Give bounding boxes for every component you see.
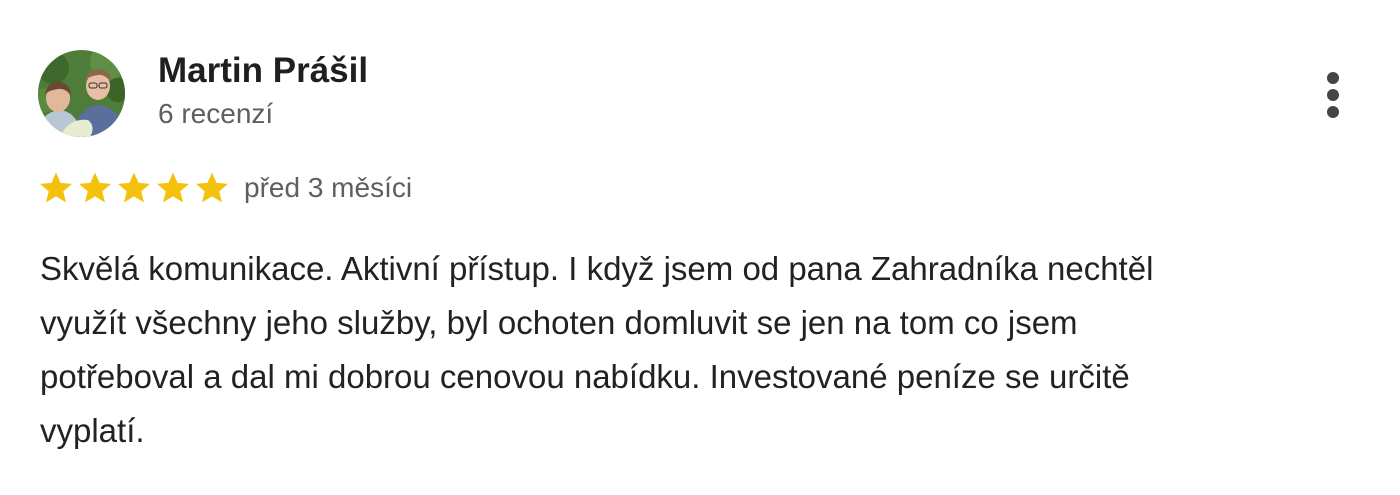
- avatar[interactable]: [38, 50, 125, 137]
- review-text-line: Skvělá komunikace. Aktivní přístup. I kd…: [40, 250, 1154, 287]
- star-icon: [118, 172, 150, 203]
- review-text: Skvělá komunikace. Aktivní přístup. I kd…: [40, 242, 1360, 458]
- star-icon: [79, 172, 111, 203]
- star-icon: [40, 172, 72, 203]
- author-name[interactable]: Martin Prášil: [158, 50, 368, 92]
- star-rating: [37, 168, 232, 208]
- review-count[interactable]: 6 recenzí: [158, 96, 273, 132]
- star-icon: [196, 172, 228, 203]
- star-icon: [157, 172, 189, 203]
- review-card: Martin Prášil 6 recenzí před 3 měsíci Sk…: [0, 0, 1400, 495]
- review-date: před 3 měsíci: [244, 172, 413, 203]
- review-text-line: potřeboval a dal mi dobrou cenovou nabíd…: [40, 358, 1130, 395]
- review-text-line: vyplatí.: [40, 412, 145, 449]
- avatar-photo: [38, 50, 125, 137]
- review-text-line: využít všechny jeho služby, byl ochoten …: [40, 304, 1078, 341]
- more-options-button[interactable]: [1316, 68, 1350, 122]
